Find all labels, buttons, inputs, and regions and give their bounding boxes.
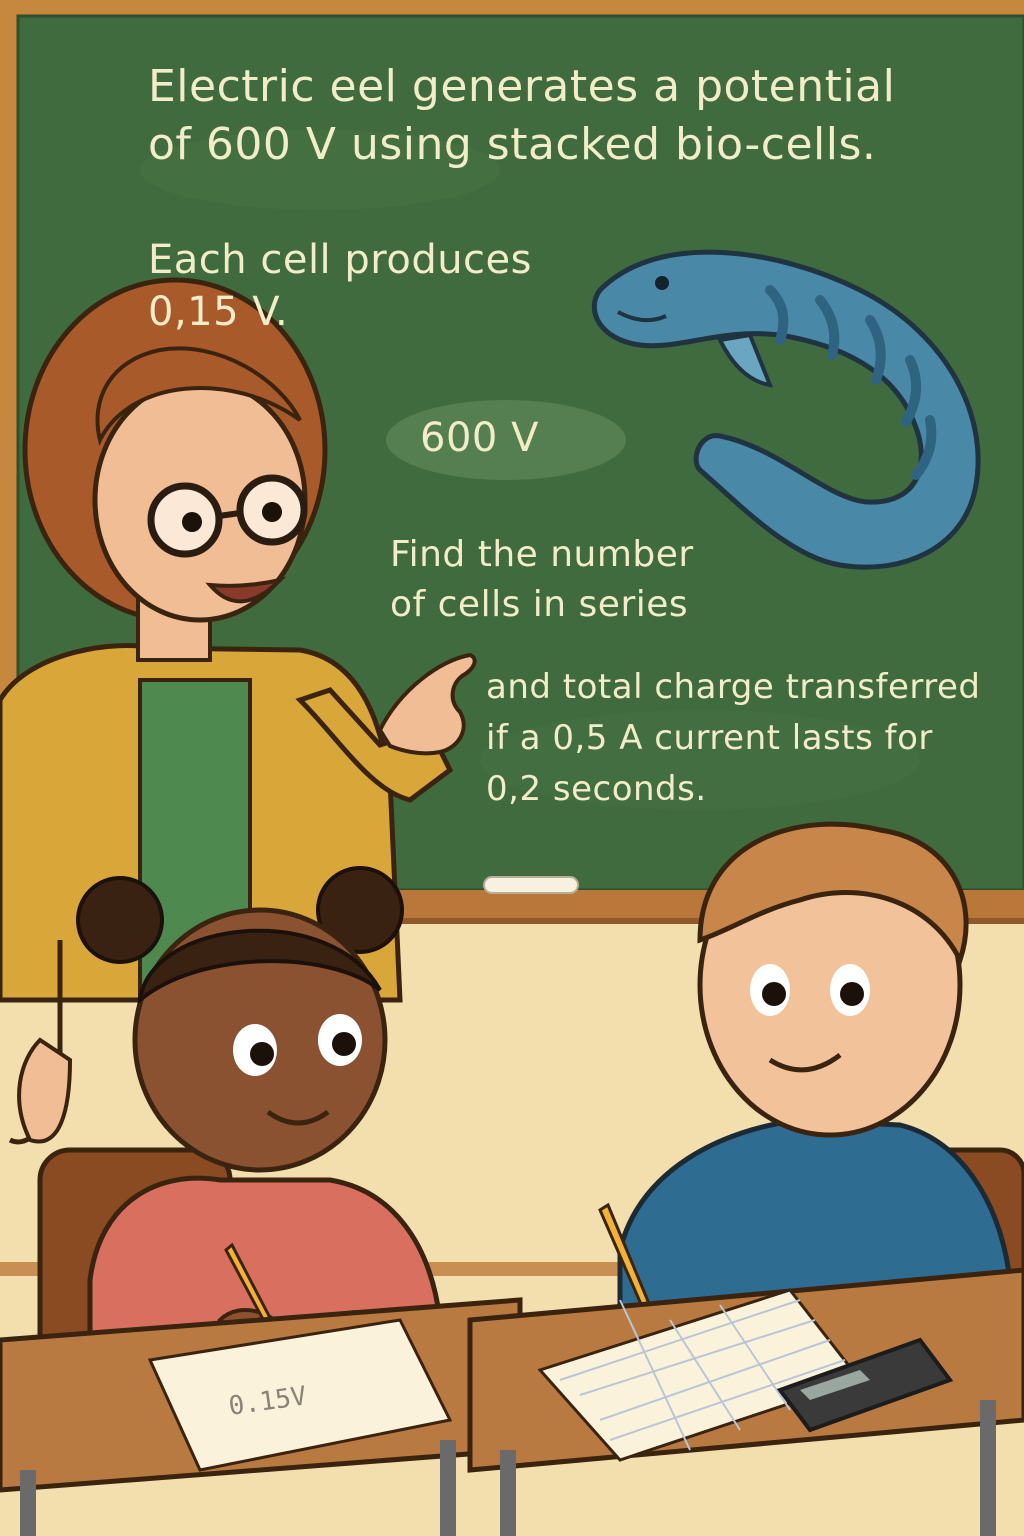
voltage-label: 600 V [420,415,539,461]
task-text-part1: Find the number of cells in series [390,534,694,625]
task-text-part2: and total charge transferred if a 0,5 A … [486,667,981,809]
cell-voltage-text: Each cell produces 0,15 V. [148,237,532,335]
problem-title: Electric eel generates a potential of 60… [148,61,896,170]
eel-eye [655,276,669,290]
chalk-stick[interactable] [483,876,579,894]
